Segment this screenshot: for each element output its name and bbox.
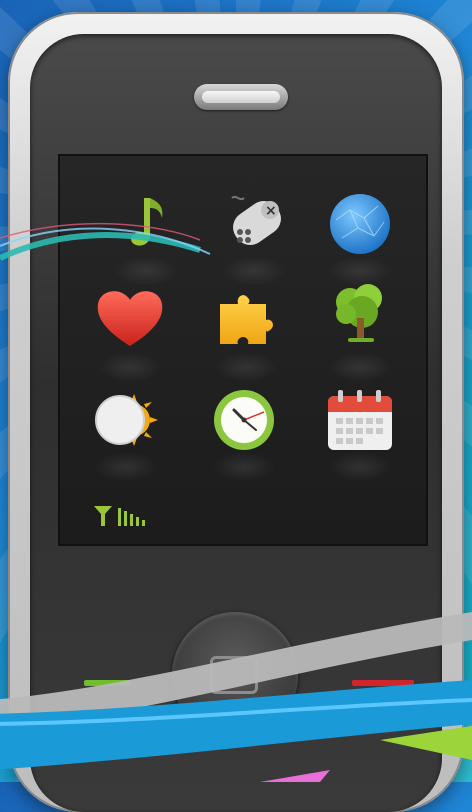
antenna-signal-icon [94,506,112,526]
status-signal [94,506,145,526]
gamepad-icon[interactable]: × [222,192,286,256]
phone-screen: × [58,154,428,546]
globe-icon[interactable] [328,192,392,256]
clock-icon[interactable] [212,388,276,452]
icon-reflection [328,352,392,382]
icon-reflection [222,256,286,286]
icon-reflection [114,256,178,286]
tree-icon[interactable] [328,280,392,344]
icon-reflection [214,352,278,382]
signal-strength-bars [118,508,145,526]
calendar-icon[interactable] [326,388,394,452]
icon-reflection [94,452,158,482]
icon-reflection [98,352,162,382]
weather-moon-sun-icon[interactable] [94,388,158,452]
icon-reflection [328,452,392,482]
softkey-left-indicator[interactable] [84,680,130,686]
icon-reflection [212,452,276,482]
earpiece-speaker [194,84,288,110]
svg-text:×: × [265,203,277,219]
home-button[interactable] [172,612,298,738]
puzzle-piece-icon[interactable] [214,286,278,350]
music-note-icon[interactable] [114,192,178,256]
home-square-icon [210,656,258,694]
softkey-right-indicator[interactable] [352,680,414,686]
heart-icon[interactable] [94,286,166,350]
